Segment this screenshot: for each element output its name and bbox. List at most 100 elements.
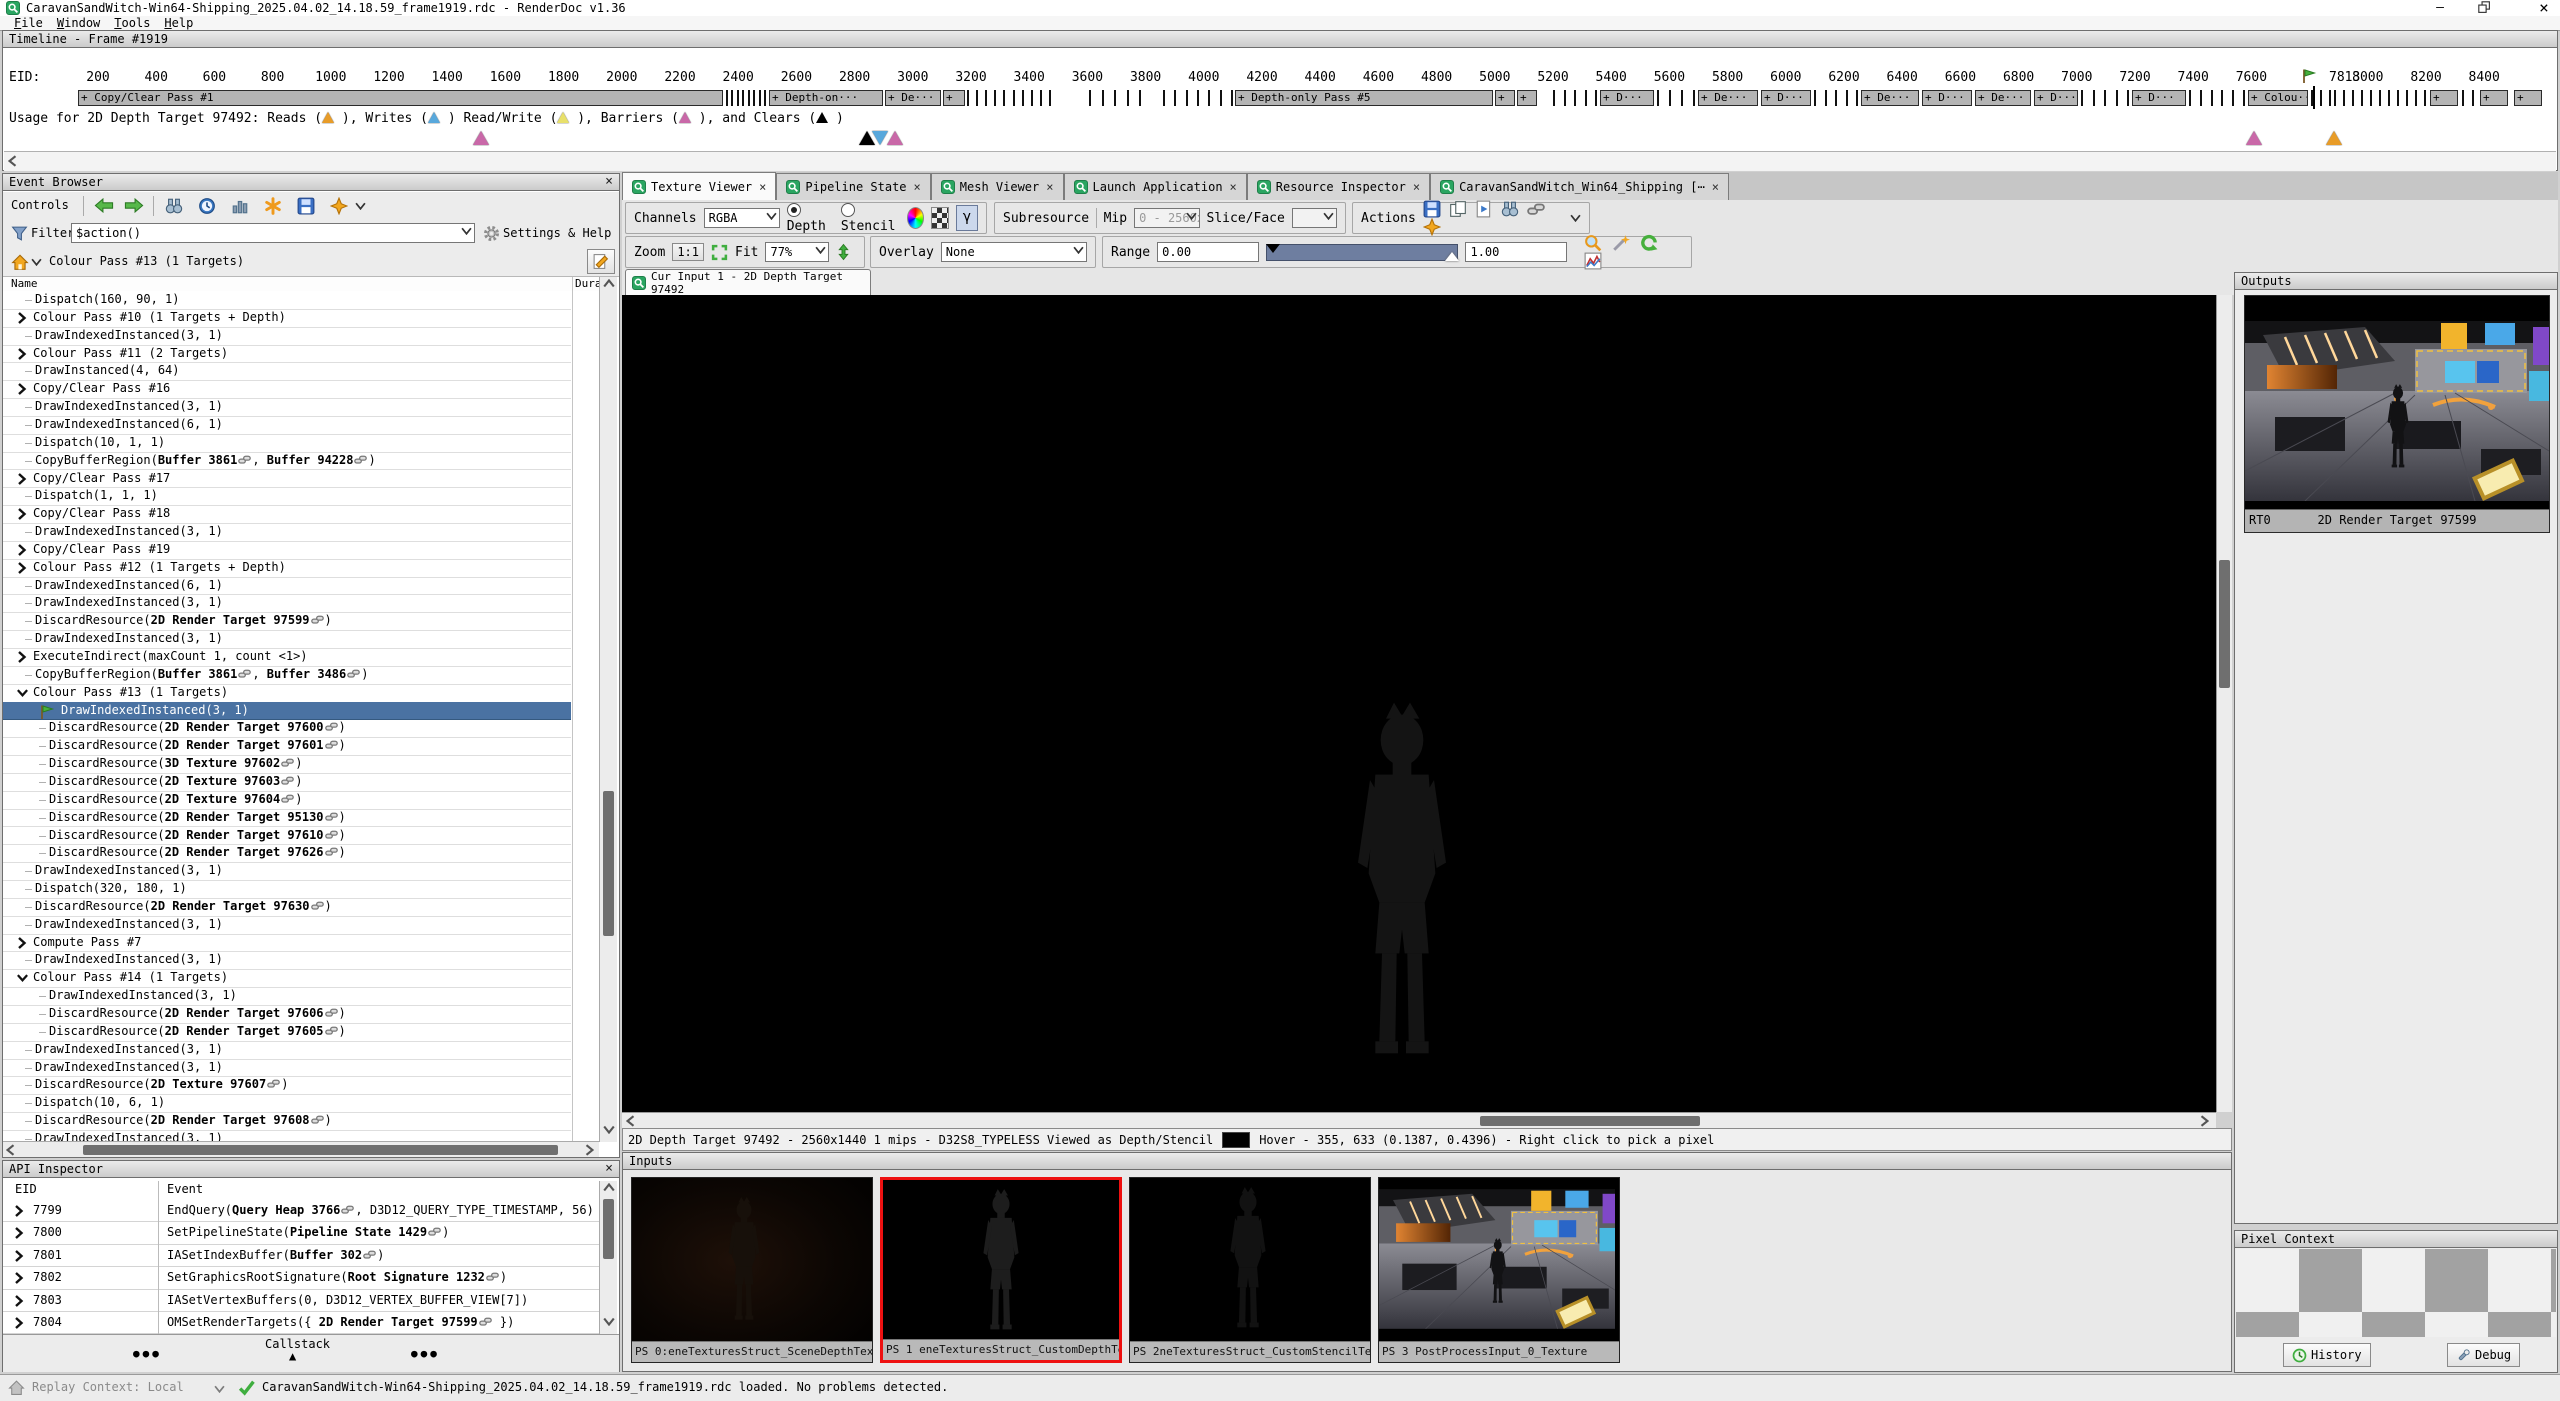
tree-collapsed-icon[interactable] bbox=[16, 507, 27, 524]
api-event-row[interactable]: 7804OMSetRenderTargets({ 2D Render Targe… bbox=[3, 1311, 599, 1334]
event-browser-title[interactable]: Event Browser × bbox=[3, 174, 619, 191]
zoom-1-1-button[interactable]: 1:1 bbox=[672, 243, 704, 261]
event-row[interactable]: DiscardResource(2D Render Target 97626) bbox=[3, 844, 571, 863]
timeline-header[interactable]: Timeline - Frame #1919 bbox=[3, 31, 2557, 48]
vscroll-thumb[interactable] bbox=[603, 791, 614, 936]
event-row[interactable]: Colour Pass #12 (1 Targets + Depth) bbox=[3, 559, 571, 578]
event-row[interactable]: DiscardResource(2D Render Target 95130) bbox=[3, 809, 571, 828]
tree-collapsed-icon[interactable] bbox=[13, 1270, 24, 1289]
event-row[interactable]: Copy/Clear Pass #19 bbox=[3, 541, 571, 560]
range-black-point-handle[interactable] bbox=[1266, 244, 1280, 253]
event-row[interactable]: Colour Pass #14 (1 Targets) bbox=[3, 969, 571, 988]
event-row[interactable]: DiscardResource(2D Render Target 97630) bbox=[3, 898, 571, 917]
event-row[interactable]: DiscardResource(2D Texture 97607) bbox=[3, 1076, 571, 1095]
tree-expandd-icon[interactable] bbox=[16, 686, 29, 703]
event-row[interactable]: DiscardResource(3D Texture 97602) bbox=[3, 755, 571, 774]
output-thumbnail[interactable]: RT0 2D Render Target 97599 bbox=[2244, 295, 2550, 533]
undo-icon[interactable] bbox=[1640, 234, 1658, 252]
link-icon[interactable] bbox=[1527, 200, 1545, 218]
flip-vertical-icon[interactable] bbox=[836, 243, 851, 261]
tree-collapsed-icon[interactable] bbox=[16, 561, 27, 578]
tab-close-icon[interactable]: × bbox=[1230, 180, 1237, 194]
close-icon[interactable]: × bbox=[605, 1161, 613, 1177]
timeline-pass-block[interactable]: + De··· bbox=[1698, 90, 1758, 106]
home-icon[interactable] bbox=[11, 253, 29, 271]
hscroll-thumb[interactable] bbox=[1480, 1116, 1700, 1126]
tree-collapsed-icon[interactable] bbox=[16, 347, 27, 364]
depth-radio[interactable]: Depth bbox=[787, 203, 834, 234]
timeline-pass-block[interactable]: + bbox=[2480, 90, 2508, 106]
scroll-left-icon[interactable] bbox=[626, 1115, 635, 1127]
tab-mesh-viewer[interactable]: Mesh Viewer× bbox=[931, 173, 1064, 200]
timeline-pass-block[interactable]: + Colou··· bbox=[2248, 90, 2308, 106]
tab-texture-viewer[interactable]: Texture Viewer× bbox=[622, 172, 776, 200]
usage-marker[interactable] bbox=[887, 131, 903, 145]
api-event-row[interactable]: 7803IASetVertexBuffers(0, D3D12_VERTEX_B… bbox=[3, 1289, 599, 1312]
hscroll-thumb[interactable] bbox=[83, 1145, 558, 1155]
vscroll-thumb[interactable] bbox=[603, 1199, 614, 1259]
event-row[interactable]: DrawIndexedInstanced(3, 1) bbox=[3, 523, 571, 542]
scroll-up-icon[interactable] bbox=[603, 1183, 615, 1192]
copy-icon[interactable] bbox=[1449, 200, 1467, 218]
event-row[interactable]: Dispatch(160, 90, 1) bbox=[3, 291, 571, 310]
event-row[interactable]: DrawIndexedInstanced(3, 1) bbox=[3, 630, 571, 649]
timeline-scroll-left[interactable] bbox=[8, 155, 17, 167]
tree-collapsed-icon[interactable] bbox=[16, 311, 27, 328]
column-eid[interactable]: EID bbox=[15, 1181, 37, 1198]
tree-collapsed-icon[interactable] bbox=[13, 1225, 24, 1244]
history-button[interactable]: History bbox=[2283, 1343, 2371, 1367]
mip-select[interactable]: 0 - 2560x1440 bbox=[1134, 208, 1199, 228]
viewer-vscrollbar[interactable] bbox=[2216, 295, 2232, 1112]
breadcrumb[interactable]: Colour Pass #13 (1 Targets) bbox=[49, 254, 244, 268]
timeline-hscrollbar[interactable] bbox=[4, 151, 2556, 171]
event-row[interactable]: DrawIndexedInstanced(3, 1) bbox=[3, 327, 571, 346]
column-name[interactable]: Name bbox=[11, 277, 38, 290]
asterisk-icon[interactable] bbox=[264, 197, 282, 215]
texture-viewport[interactable] bbox=[622, 295, 2216, 1112]
overlay-select[interactable]: None bbox=[941, 242, 1087, 262]
timeline-pass-block[interactable]: + bbox=[943, 90, 965, 106]
binoculars-icon[interactable] bbox=[1501, 200, 1519, 218]
menu-window[interactable]: Window bbox=[57, 16, 100, 30]
input-thumbnail[interactable]: PS 2neTexturesStruct_CustomStencilText bbox=[1129, 1177, 1371, 1363]
actions-more-dropdown[interactable] bbox=[1570, 214, 1581, 222]
api-event-row[interactable]: 7800SetPipelineState(Pipeline State 1429… bbox=[3, 1221, 599, 1244]
event-row[interactable]: DrawIndexedInstanced(6, 1) bbox=[3, 416, 571, 435]
settings-help-link[interactable]: Settings & Help bbox=[503, 226, 611, 240]
event-row[interactable]: DiscardResource(2D Render Target 97610) bbox=[3, 827, 571, 846]
channels-select[interactable]: RGBA bbox=[704, 208, 780, 228]
timeline-pass-block[interactable]: + Depth-on··· bbox=[769, 90, 883, 106]
scroll-right-icon[interactable] bbox=[585, 1144, 594, 1156]
texture-tab[interactable]: Cur Input 1 - 2D Depth Target 97492 bbox=[625, 269, 871, 295]
event-row[interactable]: Copy/Clear Pass #16 bbox=[3, 380, 571, 399]
outputs-title[interactable]: Outputs bbox=[2235, 273, 2557, 290]
event-row[interactable]: DiscardResource(2D Texture 97603) bbox=[3, 773, 571, 792]
api-event-row[interactable]: 7801IASetIndexBuffer(Buffer 302) bbox=[3, 1244, 599, 1267]
event-row[interactable]: DrawIndexedInstanced(3, 1) bbox=[3, 1041, 571, 1060]
binoculars-icon[interactable] bbox=[165, 197, 183, 215]
callstack-expand-icon[interactable]: ▲ bbox=[289, 1349, 296, 1363]
close-button[interactable]: × bbox=[2524, 0, 2560, 17]
event-row[interactable]: DiscardResource(2D Render Target 97601) bbox=[3, 737, 571, 756]
debug-button[interactable]: Debug bbox=[2447, 1343, 2520, 1367]
prev-event-button[interactable] bbox=[93, 198, 115, 213]
stencil-radio[interactable]: Stencil bbox=[841, 203, 900, 234]
filter-settings-gear-icon[interactable] bbox=[483, 225, 500, 242]
tab-close-icon[interactable]: × bbox=[1046, 180, 1053, 194]
stats-icon[interactable] bbox=[231, 197, 249, 215]
event-list[interactable]: Dispatch(160, 90, 1)Colour Pass #10 (1 T… bbox=[3, 291, 599, 1142]
range-slider[interactable] bbox=[1266, 244, 1459, 261]
scroll-right-icon[interactable] bbox=[2200, 1115, 2209, 1127]
api-event-row[interactable]: 7799EndQuery(Query Heap 3766, D3D12_QUER… bbox=[3, 1199, 599, 1222]
fit-icon[interactable] bbox=[711, 244, 728, 261]
tree-collapsed-icon[interactable] bbox=[13, 1248, 24, 1267]
event-row[interactable]: Copy/Clear Pass #18 bbox=[3, 505, 571, 524]
timeline-pass-block[interactable]: + Depth-only Pass #5 bbox=[1235, 90, 1493, 106]
timeline-pass-block[interactable]: + D··· bbox=[1600, 90, 1654, 106]
timeline-pass-block[interactable]: + D··· bbox=[2132, 90, 2186, 106]
controls-more-dropdown[interactable] bbox=[355, 202, 366, 210]
event-row[interactable]: DrawIndexedInstanced(3, 1) bbox=[3, 862, 571, 881]
tab-close-icon[interactable]: × bbox=[1413, 180, 1420, 194]
viewer-hscrollbar[interactable] bbox=[622, 1112, 2216, 1128]
restore-button[interactable] bbox=[2478, 1, 2491, 14]
